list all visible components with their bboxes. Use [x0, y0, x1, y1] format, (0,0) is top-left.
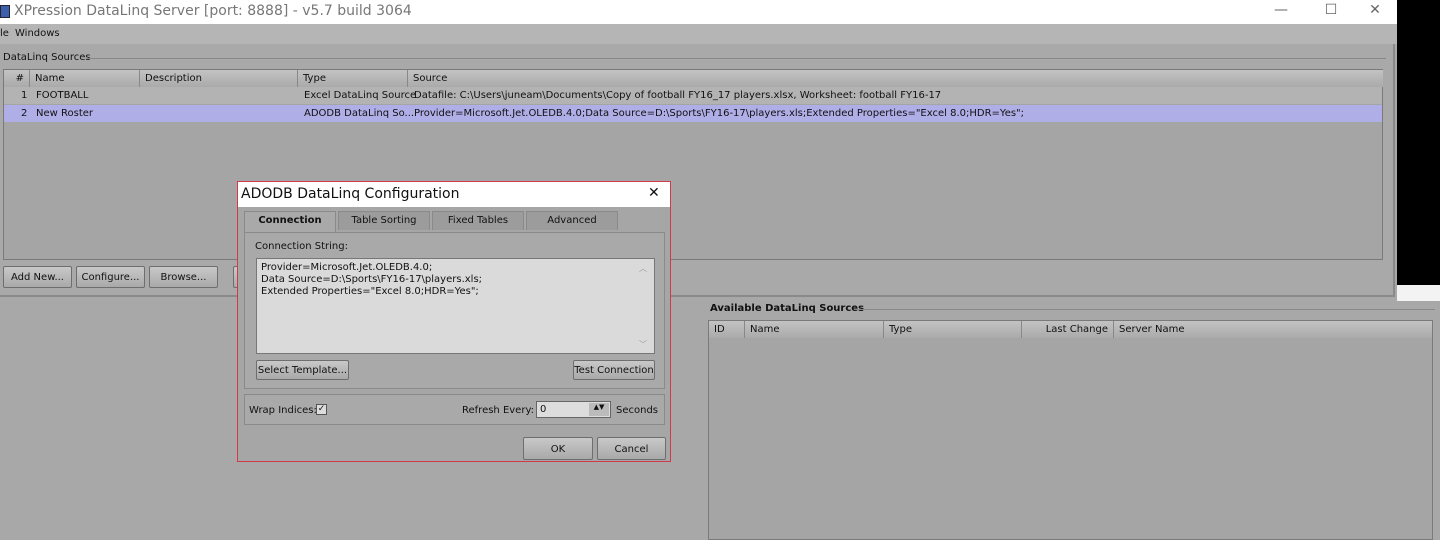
- maximize-button[interactable]: ☐: [1316, 2, 1346, 18]
- tab-connection[interactable]: Connection: [244, 211, 336, 232]
- column-header[interactable]: Type: [884, 321, 1022, 338]
- minimize-button[interactable]: —: [1266, 2, 1296, 18]
- test-connection-button[interactable]: Test Connection: [573, 360, 655, 380]
- app-icon: [0, 5, 10, 18]
- row-type: Excel DataLinq Source: [304, 90, 417, 101]
- dialog-title-bar: ADODB DataLinq Configuration ✕: [238, 182, 670, 207]
- column-header[interactable]: Name: [745, 321, 884, 338]
- menu-file[interactable]: le: [0, 28, 9, 39]
- close-button[interactable]: ✕: [1360, 2, 1390, 18]
- row-source: Datafile: C:\Users\juneam\Documents\Copy…: [414, 90, 942, 101]
- row-number: 2: [21, 108, 28, 119]
- title-bar: XPression DataLinq Server [port: 8888] -…: [0, 0, 1397, 24]
- dialog-title: ADODB DataLinq Configuration: [241, 186, 460, 202]
- row-type: ADODB DataLinq So...: [304, 108, 415, 119]
- background-area: [1397, 0, 1440, 285]
- column-header[interactable]: Name: [30, 70, 140, 87]
- options-panel: Wrap Indices: ✓ Refresh Every: 0 ▲▼ Seco…: [244, 394, 665, 425]
- main-window: DataLinq Sources # Name Description Type…: [0, 44, 1395, 297]
- menu-windows[interactable]: Windows: [15, 28, 60, 39]
- table-row-selected[interactable]: 2 New Roster ADODB DataLinq So... Provid…: [4, 105, 1382, 122]
- tab-fixed-tables[interactable]: Fixed Tables: [432, 211, 524, 230]
- spin-arrows-icon[interactable]: ▲▼: [589, 403, 609, 416]
- scroll-down-icon[interactable]: ﹀: [639, 339, 647, 350]
- add-new-button[interactable]: Add New...: [3, 266, 72, 288]
- group-label: DataLinq Sources: [3, 52, 91, 63]
- wrap-indices-label: Wrap Indices:: [249, 405, 317, 416]
- table-row[interactable]: 1 FOOTBALL Excel DataLinq Source Datafil…: [4, 87, 1382, 104]
- scroll-up-icon[interactable]: ︿: [639, 263, 647, 274]
- connection-string-label: Connection String:: [255, 241, 348, 252]
- refresh-interval-stepper[interactable]: 0 ▲▼: [536, 401, 611, 418]
- refresh-label: Refresh Every:: [462, 405, 535, 416]
- row-name: FOOTBALL: [36, 90, 89, 101]
- column-header[interactable]: #: [4, 70, 30, 87]
- seconds-label: Seconds: [616, 405, 659, 416]
- adodb-config-dialog: ADODB DataLinq Configuration ✕ Connectio…: [237, 181, 671, 462]
- refresh-value: 0: [540, 404, 547, 415]
- column-header[interactable]: Type: [298, 70, 408, 87]
- close-icon[interactable]: ✕: [648, 185, 660, 201]
- column-header[interactable]: Last Change: [1022, 321, 1114, 338]
- select-template-button[interactable]: Select Template...: [256, 360, 349, 380]
- row-source: Provider=Microsoft.Jet.OLEDB.4.0;Data So…: [414, 108, 1025, 119]
- tab-table-sorting[interactable]: Table Sorting: [338, 211, 430, 230]
- column-header[interactable]: Source: [408, 70, 1383, 87]
- sources-table: # Name Description Type Source 1 FOOTBAL…: [3, 69, 1383, 260]
- browse-button[interactable]: Browse...: [149, 266, 218, 288]
- row-name: New Roster: [36, 108, 94, 119]
- available-sources-panel: Available DataLinq Sources ID Name Type …: [700, 301, 1440, 540]
- group-label: Available DataLinq Sources: [710, 303, 865, 314]
- connection-string-input[interactable]: Provider=Microsoft.Jet.OLEDB.4.0; Data S…: [256, 258, 655, 354]
- ok-button[interactable]: OK: [523, 437, 593, 460]
- available-table: ID Name Type Last Change Server Name: [708, 320, 1433, 540]
- column-header[interactable]: Description: [140, 70, 298, 87]
- menu-bar: le Windows: [0, 24, 1397, 44]
- background-area: [1397, 285, 1440, 301]
- tab-advanced[interactable]: Advanced: [526, 211, 618, 230]
- cancel-button[interactable]: Cancel: [597, 437, 666, 460]
- wrap-indices-checkbox[interactable]: ✓: [316, 404, 327, 415]
- column-header[interactable]: ID: [709, 321, 745, 338]
- configure-button[interactable]: Configure...: [76, 266, 145, 288]
- connection-panel: Connection String: Provider=Microsoft.Je…: [244, 232, 665, 389]
- window-title: XPression DataLinq Server [port: 8888] -…: [14, 3, 412, 19]
- column-header[interactable]: Server Name: [1114, 321, 1432, 338]
- row-number: 1: [21, 90, 28, 101]
